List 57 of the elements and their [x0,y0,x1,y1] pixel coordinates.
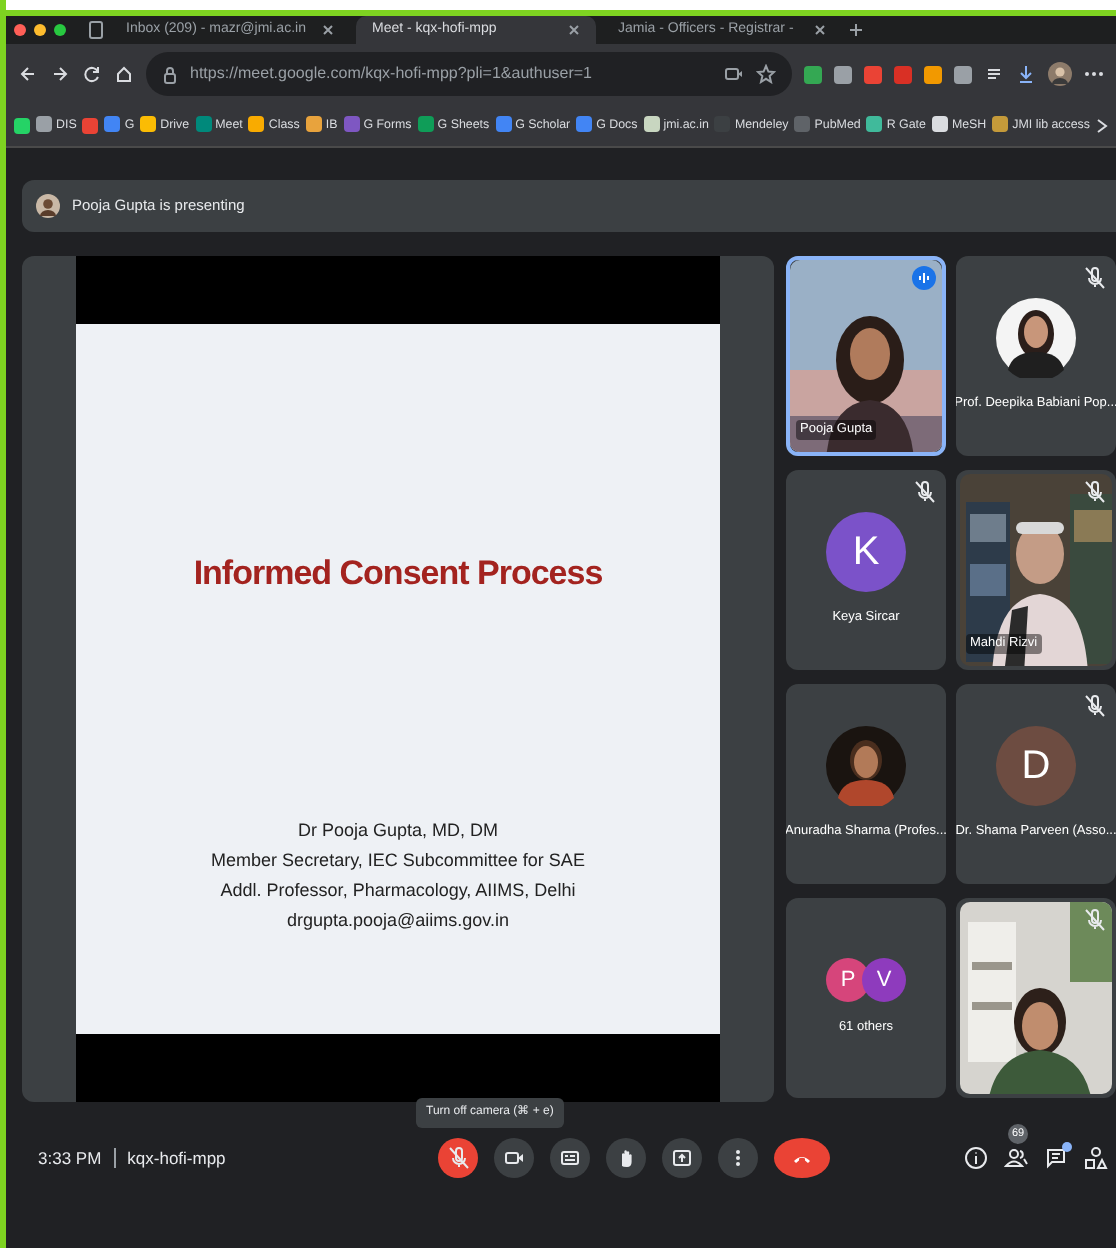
extension-icon[interactable] [834,65,852,83]
home-icon[interactable] [114,64,134,84]
forward-icon[interactable] [50,64,70,84]
info-icon[interactable] [964,1146,988,1170]
extension-icon[interactable] [924,65,942,83]
close-icon[interactable] [322,24,334,36]
chat-icon[interactable] [1044,1146,1068,1170]
extension-icon[interactable] [954,65,972,83]
chevron-icon[interactable] [1096,117,1108,133]
meeting-code: kqx-hofi-mpp [127,1145,226,1171]
camera-icon[interactable] [724,66,744,82]
participant-avatar: K [826,512,906,593]
captions-button[interactable] [550,1138,590,1178]
camera-icon[interactable] [502,1146,526,1170]
slide-title: Informed Consent Process [193,552,603,596]
slide-text: Dr Pooja Gupta, MD, DM [295,817,501,844]
clock-time: 3:33 PM [38,1145,102,1171]
more-options-button[interactable] [718,1138,758,1178]
extension-icon[interactable] [894,65,912,83]
reload-icon[interactable] [82,64,102,84]
captions-icon[interactable] [558,1146,582,1170]
end-call-button[interactable] [774,1138,830,1178]
minimize-button[interactable] [34,24,46,36]
extension-icon[interactable] [804,65,822,83]
participant-avatar: D [996,726,1076,807]
maximize-button[interactable] [54,24,66,36]
reading-list-icon[interactable] [984,64,1004,84]
people-icon[interactable] [1004,1146,1028,1170]
back-icon[interactable] [18,64,38,84]
slide-text: drgupta.pooja@aiims.gov.in [284,907,512,934]
new-tab-icon[interactable] [848,22,864,38]
slide-text: Member Secretary, IEC Subcommittee for SAE [211,847,585,874]
close-icon[interactable] [568,24,580,36]
bookmark-icon[interactable] [14,117,30,133]
address-bar[interactable]: https://meet.google.com/kqx-hofi-mpp?pli=1&authuser=1 [146,52,792,96]
presenter-avatar [36,194,60,218]
profile-avatar[interactable] [1048,62,1072,86]
raise-hand-button[interactable] [606,1138,646,1178]
star-icon[interactable] [756,64,776,84]
speaking-icon [912,266,936,290]
url-text: https://meet.google.com/kqx-hofi-mpp?pli=1&authuser=1 [190,62,595,86]
present-icon[interactable] [670,1146,694,1170]
extension-icon[interactable] [864,65,882,83]
menu-icon[interactable] [1084,70,1104,78]
present-button[interactable] [662,1138,702,1178]
bookmark-icon[interactable] [82,117,99,133]
close-button[interactable] [14,24,26,36]
camera-button[interactable] [494,1138,534,1178]
close-icon[interactable] [814,24,826,36]
slide-text: Addl. Professor, Pharmacology, AIIMS, Delhi [218,877,578,904]
lock-icon[interactable] [162,65,178,83]
mic-off-button[interactable] [438,1138,478,1178]
sidebar-icon[interactable] [88,20,104,40]
participant-avatar: P [826,958,870,1003]
activities-icon[interactable] [1084,1146,1108,1170]
participant-avatar: V [862,958,906,1003]
download-icon[interactable] [1016,64,1036,84]
